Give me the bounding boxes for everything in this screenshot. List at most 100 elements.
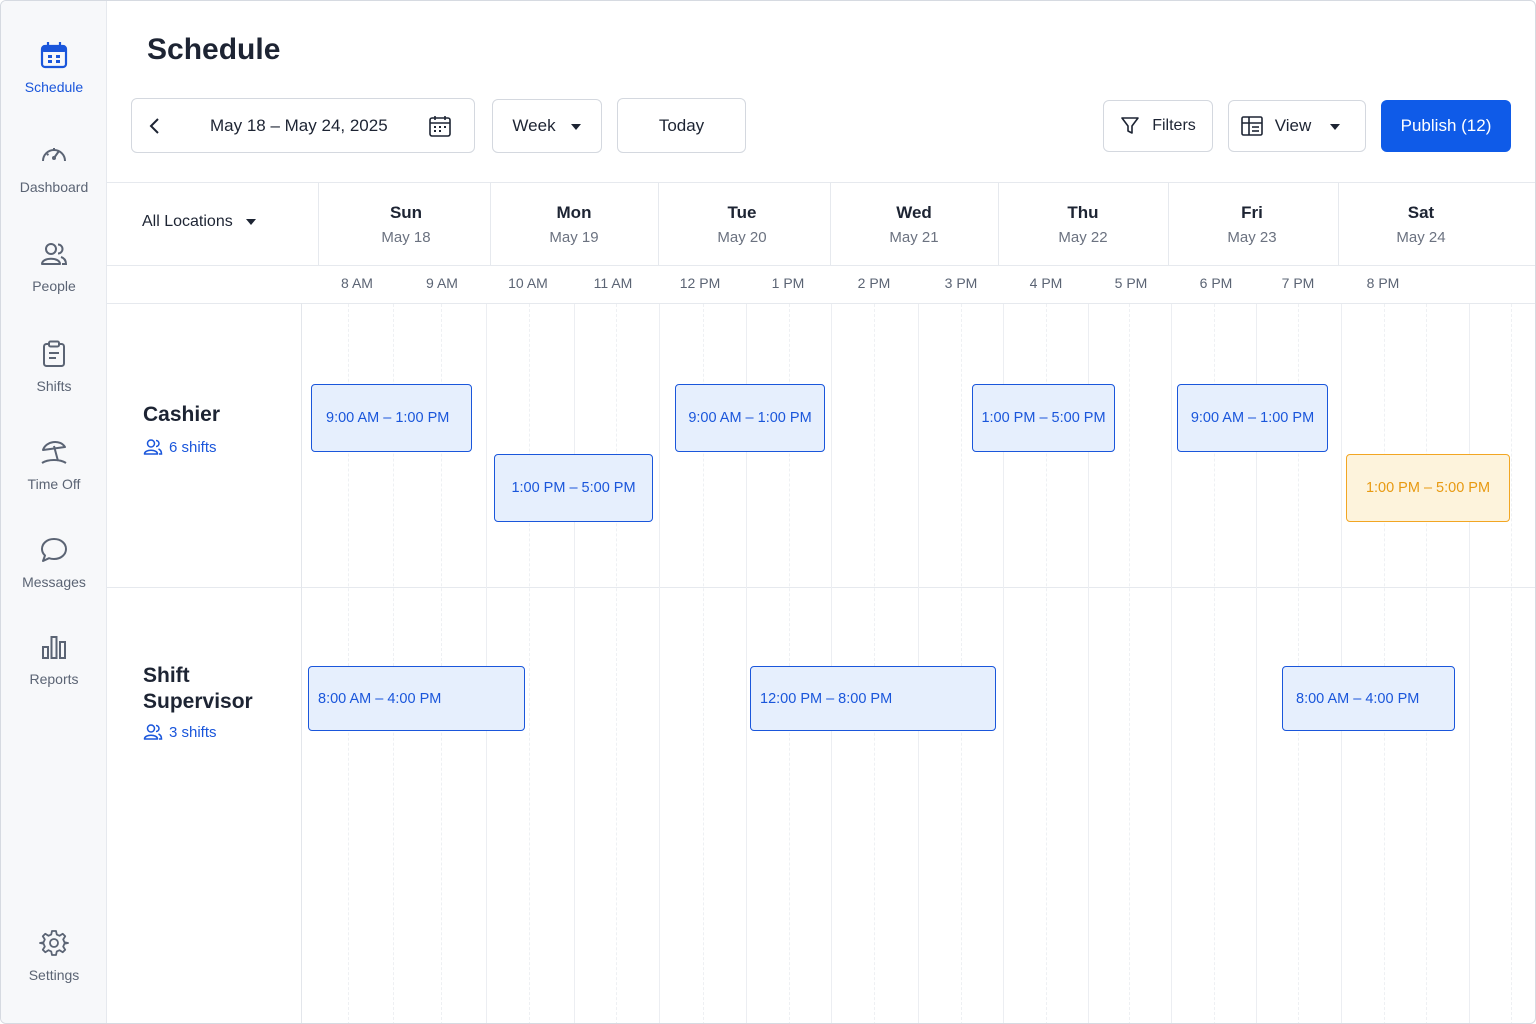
grid-line: [616, 304, 617, 1023]
day-date: May 20: [717, 229, 767, 246]
grid-line: [1469, 304, 1470, 1023]
hour-label: 8 AM: [341, 275, 373, 291]
filters-button[interactable]: Filters: [1103, 100, 1213, 152]
page-title: Schedule: [147, 33, 281, 66]
chevron-left-icon[interactable]: [132, 99, 178, 152]
sidebar-item-time-off[interactable]: Time Off: [1, 436, 107, 516]
day-name: Fri: [1241, 203, 1263, 222]
hour-label: 9 AM: [426, 275, 458, 291]
day-column-divider: [1168, 183, 1169, 265]
day-name: Mon: [556, 203, 592, 222]
role-title-cashier: Cashier: [143, 403, 221, 426]
shift-block-pending[interactable]: 1:00 PM – 5:00 PM: [1346, 454, 1510, 522]
shift-block[interactable]: 9:00 AM – 1:00 PM: [675, 384, 825, 452]
day-name: Thu: [1067, 203, 1099, 222]
role-shift-count-label: 3 shifts: [169, 723, 217, 741]
sidebar-item-people[interactable]: People: [1, 238, 107, 318]
sidebar-item-label: Messages: [22, 574, 86, 590]
grid-line: [529, 304, 530, 1023]
shift-block[interactable]: 1:00 PM – 5:00 PM: [972, 384, 1115, 452]
day-column-divider: [658, 183, 659, 265]
hour-label: 1 PM: [771, 275, 805, 291]
hour-label: 10 AM: [508, 275, 548, 291]
grid-line: [1384, 304, 1385, 1023]
grid-line: [874, 304, 875, 1023]
shift-block[interactable]: 1:00 PM – 5:00 PM: [494, 454, 653, 522]
gauge-icon: [38, 139, 70, 171]
day-column-divider: [998, 183, 999, 265]
shift-block[interactable]: 9:00 AM – 1:00 PM: [311, 384, 472, 452]
sidebar-item-settings[interactable]: Settings: [1, 927, 107, 1007]
publish-button[interactable]: Publish (12): [1381, 100, 1511, 152]
day-header-fri[interactable]: Fri May 23: [1227, 203, 1276, 246]
bar-chart-icon: [38, 631, 70, 663]
shift-time: 12:00 PM – 8:00 PM: [760, 690, 893, 707]
hour-label: 6 PM: [1199, 275, 1233, 291]
funnel-icon: [1121, 117, 1140, 134]
sidebar-item-messages[interactable]: Messages: [1, 534, 107, 614]
shift-block[interactable]: 8:00 AM – 4:00 PM: [1282, 666, 1455, 731]
calendar-icon: [38, 39, 70, 71]
role-shift-count[interactable]: 3 shifts: [143, 723, 217, 741]
role-column-divider: [301, 303, 302, 1023]
shift-time: 1:00 PM – 5:00 PM: [511, 480, 636, 496]
day-header-wed[interactable]: Wed May 21: [889, 203, 938, 246]
sidebar-item-label: Shifts: [36, 378, 72, 394]
chat-bubble-icon: [38, 534, 70, 566]
hour-label: 8 PM: [1366, 275, 1400, 291]
role-shift-count[interactable]: 6 shifts: [143, 438, 217, 456]
view-select-value: View: [1274, 116, 1312, 135]
filters-button-label: Filters: [1152, 117, 1196, 134]
grid-line: [659, 304, 660, 1023]
grid-line: [1511, 304, 1512, 1023]
day-name: Sun: [389, 203, 423, 222]
grid-line: [831, 304, 832, 1023]
shift-time: 9:00 AM – 1:00 PM: [688, 410, 812, 426]
caret-down-icon: [1329, 116, 1353, 136]
grid-line: [961, 304, 962, 1023]
hour-label: 4 PM: [1029, 275, 1063, 291]
table-layout-icon: [1240, 116, 1263, 136]
day-date: May 22: [1058, 229, 1108, 246]
day-header-tue[interactable]: Tue May 20: [717, 203, 766, 246]
period-select[interactable]: Week: [492, 99, 602, 153]
sidebar-item-shifts[interactable]: Shifts: [1, 338, 107, 418]
sidebar-item-label: Schedule: [24, 79, 84, 95]
day-header-mon[interactable]: Mon May 19: [549, 203, 598, 246]
beach-umbrella-icon: [38, 436, 70, 468]
day-column-divider: [1338, 183, 1339, 265]
shift-time: 9:00 AM – 1:00 PM: [1190, 410, 1315, 426]
people-icon: [143, 724, 163, 740]
hour-label: 2 PM: [857, 275, 891, 291]
day-header-sun[interactable]: Sun May 18: [381, 203, 430, 246]
day-header-sat[interactable]: Sat May 24: [1396, 203, 1445, 246]
shift-block[interactable]: 9:00 AM – 1:00 PM: [1177, 384, 1328, 452]
grid-top-divider: [107, 182, 1535, 183]
date-range-picker[interactable]: May 18 – May 24, 2025: [131, 98, 475, 153]
day-header-divider: [107, 265, 1535, 266]
date-range-text: May 18 – May 24, 2025: [210, 116, 388, 135]
day-header-thu[interactable]: Thu May 22: [1058, 203, 1107, 246]
shift-block[interactable]: 8:00 AM – 4:00 PM: [308, 666, 525, 731]
today-button[interactable]: Today: [617, 98, 746, 153]
app-window: Schedule Dashboard People Shifts Time Of…: [0, 0, 1536, 1024]
shift-block[interactable]: 12:00 PM – 8:00 PM: [750, 666, 996, 731]
view-select[interactable]: View: [1228, 100, 1366, 152]
grid-line: [918, 304, 919, 1023]
calendar-icon[interactable]: [426, 112, 454, 140]
day-date: May 18: [381, 229, 431, 246]
day-name: Tue: [727, 203, 757, 222]
sidebar-item-label: People: [32, 278, 76, 294]
sidebar-item-dashboard[interactable]: Dashboard: [1, 139, 107, 219]
day-column-divider: [830, 183, 831, 265]
day-column-divider: [318, 183, 319, 265]
hour-header-divider: [107, 303, 1535, 304]
today-button-label: Today: [658, 115, 705, 135]
location-select[interactable]: All Locations: [142, 213, 257, 231]
sidebar-item-schedule[interactable]: Schedule: [1, 39, 107, 119]
role-shift-count-label: 6 shifts: [169, 438, 217, 456]
day-name: Wed: [896, 203, 932, 222]
shift-time: 8:00 AM – 4:00 PM: [318, 690, 442, 707]
role-row-divider: [107, 587, 1535, 588]
sidebar-item-reports[interactable]: Reports: [1, 631, 107, 711]
